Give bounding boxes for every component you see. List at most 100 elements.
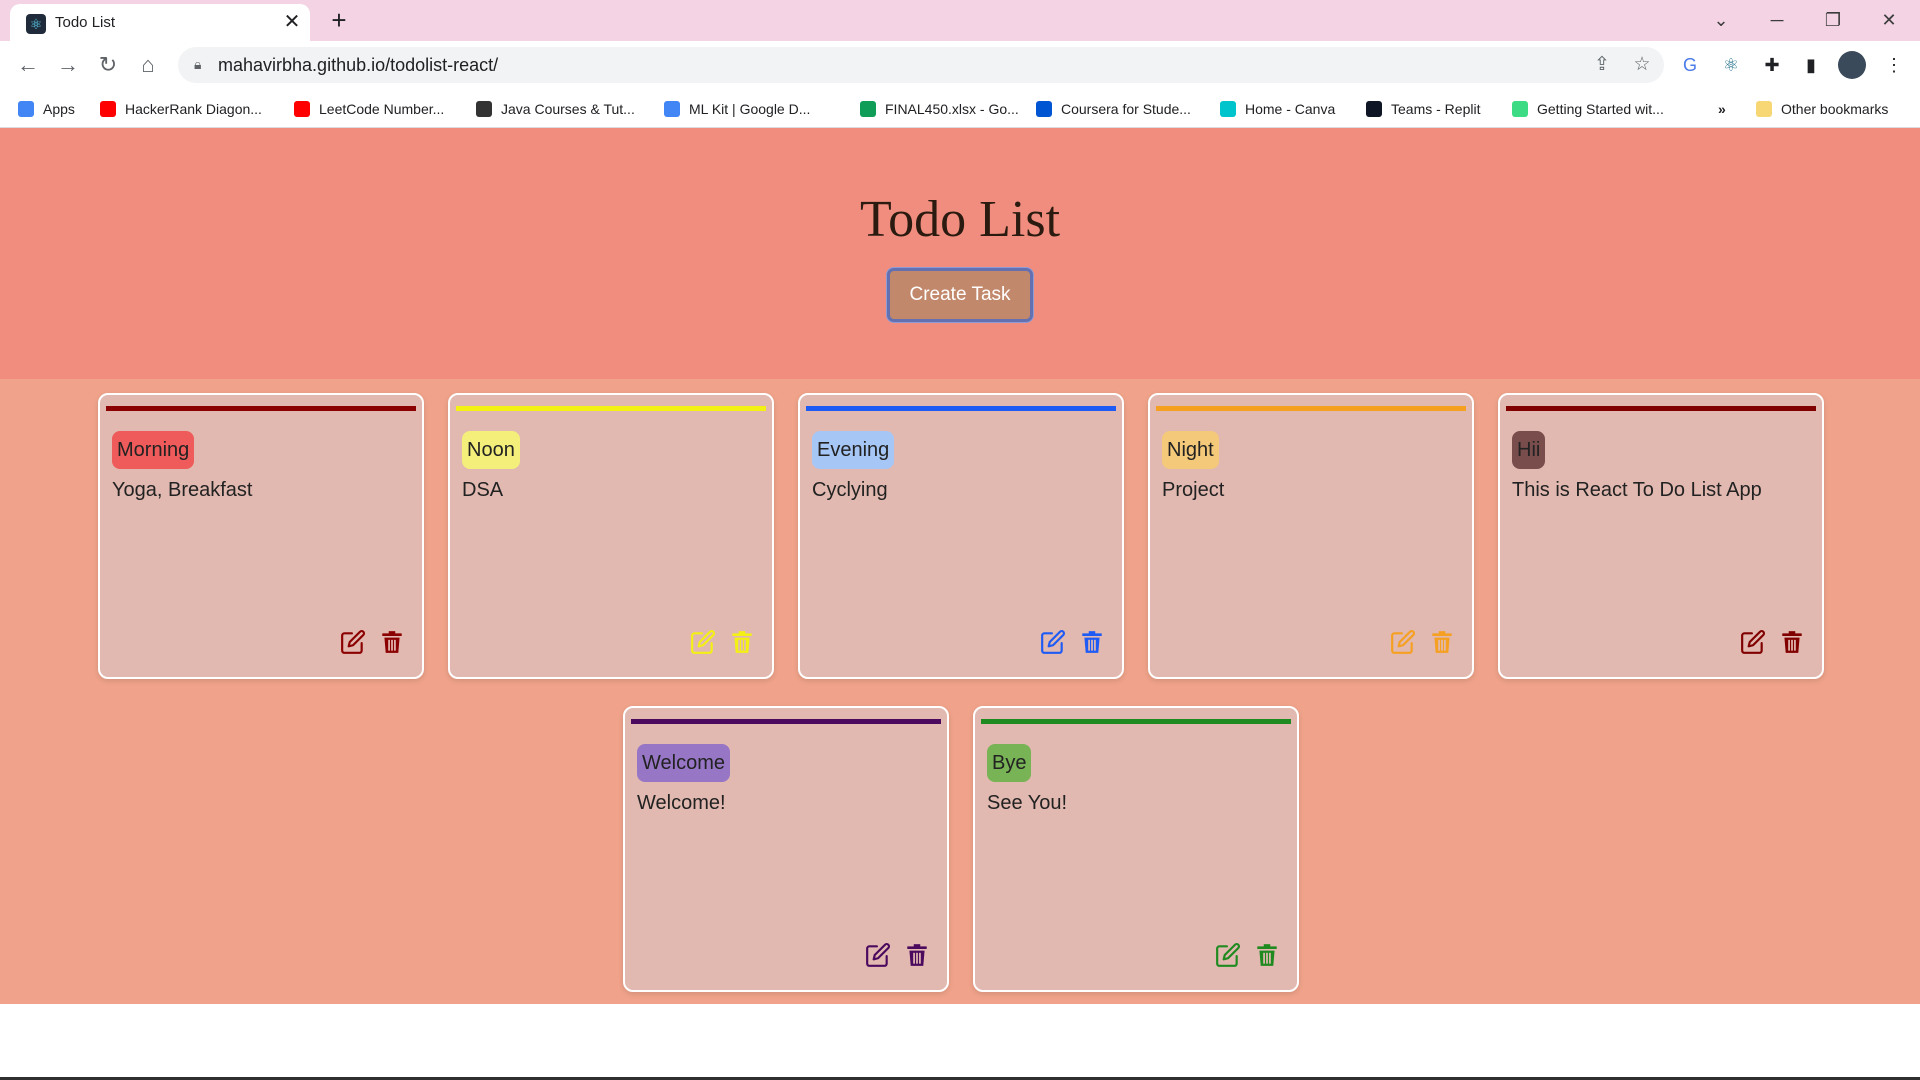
canva-icon (1220, 101, 1236, 117)
bookmark-label: FINAL450.xlsx - Go... (885, 101, 1019, 117)
menu-kebab-icon[interactable]: ⋮ (1880, 51, 1908, 79)
react-favicon-icon: ⚛ (26, 14, 46, 34)
bookmark-item[interactable]: HackerRank Diagon... (100, 99, 262, 119)
app-page: Todo List Create Task Morning Yoga, Break… (0, 128, 1920, 1004)
task-card: Night Project (1148, 393, 1474, 679)
youtube-icon (294, 101, 310, 117)
delete-trash-icon[interactable] (729, 629, 755, 655)
coursera-icon (1036, 101, 1052, 117)
folder-icon (1756, 101, 1772, 117)
profile-avatar[interactable] (1838, 51, 1866, 79)
delete-trash-icon[interactable] (1429, 629, 1455, 655)
bookmark-label: Getting Started wit... (1537, 101, 1664, 117)
more-bookmarks-button[interactable]: » (1718, 99, 1726, 119)
card-accent-bar (1156, 406, 1466, 411)
bookmark-item[interactable]: Apps (18, 99, 75, 119)
tab-search-icon[interactable]: ⌄ (1706, 6, 1736, 34)
edit-icon[interactable] (1040, 629, 1066, 655)
task-description: This is React To Do List App (1512, 479, 1762, 501)
site-icon (476, 101, 492, 117)
minimize-icon[interactable]: ─ (1762, 6, 1792, 34)
react-devtools-icon[interactable]: ⚛ (1717, 51, 1745, 79)
bookmark-label: ML Kit | Google D... (689, 101, 811, 117)
tab-title: Todo List (55, 14, 116, 31)
other-bookmarks-folder[interactable]: Other bookmarks (1756, 99, 1888, 119)
bookmarks-bar: Apps HackerRank Diagon... LeetCode Number.… (0, 89, 1920, 128)
task-card: Morning Yoga, Breakfast (98, 393, 424, 679)
bookmark-label: Coursera for Stude... (1061, 101, 1191, 117)
task-card: Bye See You! (973, 706, 1299, 992)
create-task-button[interactable]: Create Task (887, 268, 1033, 322)
edit-icon[interactable] (1390, 629, 1416, 655)
home-icon[interactable]: ⌂ (134, 51, 162, 79)
reload-icon[interactable]: ↻ (94, 51, 122, 79)
other-bookmarks-label: Other bookmarks (1781, 101, 1889, 117)
page-title: Todo List (859, 191, 1061, 248)
bookmark-label: HackerRank Diagon... (125, 101, 262, 117)
new-tab-button[interactable]: + (326, 7, 352, 34)
task-card: Evening Cyclying (798, 393, 1124, 679)
bookmark-item[interactable]: FINAL450.xlsx - Go... (860, 99, 1019, 119)
bookmark-item[interactable]: Coursera for Stude... (1036, 99, 1191, 119)
edit-icon[interactable] (1740, 629, 1766, 655)
share-icon[interactable]: ⇪ (1590, 53, 1614, 77)
bookmark-item[interactable]: Getting Started wit... (1512, 99, 1664, 119)
close-tab-icon[interactable]: ✕ (280, 10, 304, 34)
edit-icon[interactable] (690, 629, 716, 655)
task-description: DSA (462, 479, 504, 501)
delete-trash-icon[interactable] (1779, 629, 1805, 655)
bookmark-item[interactable]: Home - Canva (1220, 99, 1335, 119)
task-title-badge: Night (1162, 431, 1219, 469)
bookmark-star-icon[interactable]: ☆ (1630, 53, 1654, 77)
bookmark-item[interactable]: ML Kit | Google D... (664, 99, 810, 119)
bookmark-label: LeetCode Number... (319, 101, 445, 117)
android-icon (1512, 101, 1528, 117)
card-accent-bar (456, 406, 766, 411)
bookmark-label: Teams - Replit (1391, 101, 1481, 117)
forward-icon[interactable]: → (54, 51, 82, 79)
bookmark-item[interactable]: Java Courses & Tut... (476, 99, 635, 119)
edit-icon[interactable] (865, 942, 891, 968)
task-card: Noon DSA (448, 393, 774, 679)
delete-trash-icon[interactable] (379, 629, 405, 655)
task-card: Welcome Welcome! (623, 706, 949, 992)
delete-trash-icon[interactable] (1079, 629, 1105, 655)
task-title-badge: Noon (462, 431, 520, 469)
translate-extension-icon[interactable]: G (1676, 51, 1704, 79)
replit-icon (1366, 101, 1382, 117)
google-drive-icon (860, 101, 876, 117)
code-icon (664, 101, 680, 117)
task-description: Yoga, Breakfast (112, 479, 253, 501)
bookmark-item[interactable]: LeetCode Number... (294, 99, 444, 119)
browser-tab[interactable]: ⚛ Todo List ✕ (10, 4, 310, 41)
browser-tab-bar: ⚛ Todo List ✕ + ⌄ ─ ❐ ✕ (0, 0, 1920, 41)
url-text[interactable]: mahavirbha.github.io/todolist-react/ (218, 55, 498, 76)
restore-icon[interactable]: ❐ (1818, 6, 1848, 34)
card-accent-bar (981, 719, 1291, 724)
bookmark-label: Apps (43, 101, 75, 117)
lock-icon[interactable]: 🔒︎ (194, 56, 201, 73)
side-panel-icon[interactable]: ▮ (1797, 51, 1825, 79)
delete-trash-icon[interactable] (904, 942, 930, 968)
close-window-icon[interactable]: ✕ (1874, 6, 1904, 34)
app-header: Todo List Create Task (0, 128, 1920, 379)
address-bar[interactable]: 🔒︎ mahavirbha.github.io/todolist-react/ … (178, 47, 1664, 83)
task-description: Project (1162, 479, 1225, 501)
bookmark-item[interactable]: Teams - Replit (1366, 99, 1480, 119)
task-card: Hii This is React To Do List App (1498, 393, 1824, 679)
task-description: Welcome! (637, 792, 726, 814)
task-title-badge: Welcome (637, 744, 730, 782)
task-description: Cyclying (812, 479, 888, 501)
delete-trash-icon[interactable] (1254, 942, 1280, 968)
apps-grid-icon (18, 101, 34, 117)
task-title-badge: Bye (987, 744, 1032, 782)
browser-toolbar: ← → ↻ ⌂ 🔒︎ mahavirbha.github.io/todolist… (0, 41, 1920, 89)
extensions-puzzle-icon[interactable]: ✚ (1758, 51, 1786, 79)
task-title-badge: Hii (1512, 431, 1546, 469)
edit-icon[interactable] (340, 629, 366, 655)
card-accent-bar (631, 719, 941, 724)
task-title-badge: Evening (812, 431, 895, 469)
card-accent-bar (806, 406, 1116, 411)
back-icon[interactable]: ← (14, 51, 42, 79)
edit-icon[interactable] (1215, 942, 1241, 968)
